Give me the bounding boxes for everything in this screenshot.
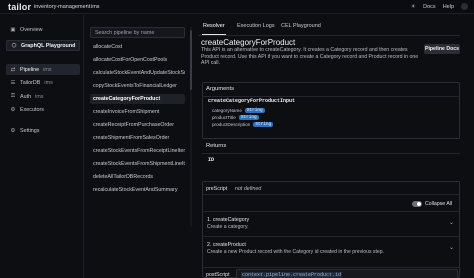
sidebar-item-auth[interactable]: ⚿ Auth ims [6, 91, 80, 102]
step-title: 2. createProduct [207, 242, 246, 248]
pipeline-step[interactable]: 2. createProduct Create a new Product re… [202, 236, 460, 261]
prescript-divider [202, 194, 460, 195]
executors-icon: ⚙ [10, 106, 16, 113]
pipeline-icon: ⇄ [10, 66, 16, 73]
sidebar: ▣ Overview ⬡ GraphQL Playground ⇄ Pipeli… [0, 15, 84, 278]
help-link[interactable]: Help [443, 4, 454, 10]
top-bar: tailor inventory-management / ims ☀ Docs… [0, 0, 474, 14]
pipeline-list-item[interactable]: deleteAllTailorDBRecords [90, 172, 185, 182]
type-badge: String [238, 115, 259, 120]
step-description: Create a new Product record with the Cat… [207, 249, 384, 255]
database-icon: ☰ [10, 79, 16, 86]
pipeline-list-item[interactable]: createShipmentFromSalesOrder [90, 133, 185, 143]
arguments-divider [202, 96, 460, 97]
argument-field: productTitle String [212, 115, 259, 120]
prescript-value: not defined [235, 186, 262, 192]
tab-resolver[interactable]: Resolver [203, 23, 225, 29]
theme-toggle-icon[interactable]: ☀ [410, 4, 416, 10]
tab-bar: Resolver Execution Logs CEL Playground [198, 23, 460, 36]
tab-execution-logs[interactable]: Execution Logs [237, 23, 275, 29]
collapse-all-toggle-knob [417, 202, 421, 206]
argument-field: productDescription String [212, 122, 274, 127]
prescript-label: preScript [206, 186, 228, 192]
pipeline-list-panel: allocateCost allocateCostForOpenCostPool… [88, 27, 187, 278]
postscript-label: postScript [206, 272, 230, 278]
pipeline-step[interactable]: 1. createCategory Create a category. ⌄ [202, 211, 460, 236]
pipeline-docs-button[interactable]: Pipeline Docs [424, 44, 460, 54]
pipeline-list-item[interactable]: allocateCostForOpenCostPools [90, 55, 185, 65]
pipeline-list-item[interactable]: createInvoiceFromShipment [90, 107, 185, 117]
chevron-down-icon[interactable]: ⌄ [449, 219, 454, 226]
sidebar-item-graphql-playground[interactable]: ⬡ GraphQL Playground [6, 40, 80, 51]
tab-divider [198, 35, 460, 36]
auth-icon: ⚿ [10, 93, 16, 99]
user-avatar[interactable] [461, 3, 468, 10]
tab-cel-playground[interactable]: CEL Playground [281, 23, 321, 29]
sidebar-item-pipeline[interactable]: ⇄ Pipeline ims [6, 64, 80, 75]
type-badge: String [244, 108, 265, 113]
pipeline-list-item[interactable]: createStockEventsFromReceiptLineItems [90, 146, 185, 156]
argument-field: categoryName String [212, 108, 265, 113]
chevron-down-icon[interactable]: ⌄ [449, 244, 454, 251]
pipeline-list-item[interactable]: copyStockEventsToFinancialLedger [90, 81, 185, 91]
breadcrumb-separator: / [86, 4, 88, 10]
graphql-icon: ⬡ [11, 42, 17, 49]
pipeline-list-item[interactable]: createReceiptFromPurchaseOrder [90, 120, 185, 130]
pipeline-search-input[interactable] [90, 27, 185, 38]
pipeline-list-item[interactable]: calculateStockEventAndUpdateStockSu... [90, 68, 185, 78]
tailor-logo[interactable]: tailor [8, 2, 31, 12]
pipeline-list-item[interactable]: recalculateStockEventAndSummary [90, 185, 185, 195]
breadcrumb-workspace[interactable]: inventory-management [34, 4, 90, 10]
pipeline-list-item-selected[interactable]: createCategoryForProduct [90, 94, 185, 104]
sidebar-item-overview[interactable]: ▣ Overview [6, 24, 80, 35]
pipeline-list-item[interactable]: createStockEventsFromShipmentLineIte... [90, 159, 185, 169]
step-title: 1. createCategory [207, 217, 250, 223]
arguments-label: Arguments [206, 86, 235, 92]
pipeline-list-item[interactable]: allocateCost [90, 42, 185, 52]
step-description: Create a category. [207, 224, 249, 230]
returns-label: Returns [206, 143, 227, 149]
pipeline-list-scroll-thumb[interactable] [190, 30, 192, 90]
pipeline-detail: Resolver Execution Logs CEL Playground c… [198, 15, 474, 278]
overview-icon: ▣ [10, 26, 16, 33]
pipeline-title: createCategoryForProduct [201, 38, 296, 47]
sidebar-item-executors[interactable]: ⚙ Executors [6, 104, 80, 115]
returns-type: ID [208, 157, 215, 163]
postscript-expression: context.pipeline.createProduct.id [241, 272, 343, 278]
returns-divider [202, 153, 460, 154]
type-badge: String [253, 122, 274, 127]
sidebar-item-settings[interactable]: ⚙ Settings [6, 125, 80, 136]
input-type-name: createCategoryForProductInput [208, 98, 296, 104]
postscript-code[interactable]: context.pipeline.createProduct.id [236, 269, 458, 278]
postscript-divider [202, 267, 460, 268]
breadcrumb-app[interactable]: ims [91, 4, 100, 10]
pipeline-description: This API is an alternative to createCate… [201, 47, 419, 67]
settings-icon: ⚙ [10, 127, 16, 134]
docs-link[interactable]: Docs [423, 4, 436, 10]
collapse-all-label: Collapse All [425, 201, 453, 207]
top-right-actions: ☀ Docs Help [410, 3, 468, 10]
sidebar-item-tailordb[interactable]: ☰ TailorDB ims [6, 77, 80, 88]
